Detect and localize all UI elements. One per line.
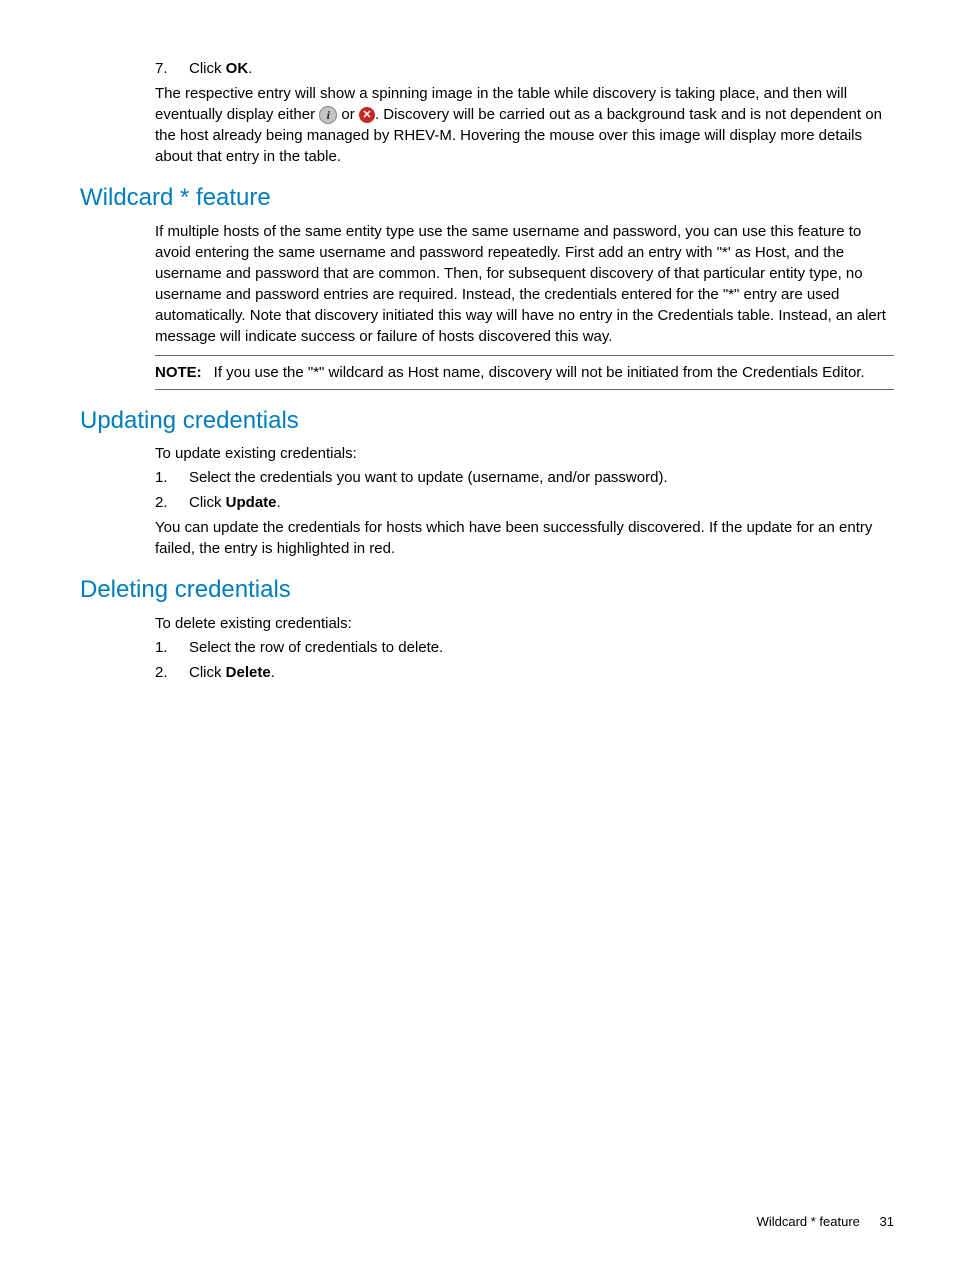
text: Click [189,60,226,77]
page-footer: Wildcard * feature 31 [757,1213,894,1231]
text: Select the row of credentials to delete. [189,639,443,656]
text: . [248,60,252,77]
section-heading-updating: Updating credentials [80,404,894,438]
ordered-list-continued: 7. Click OK. [155,58,894,79]
section-body: To update existing credentials: 1. Selec… [155,443,894,559]
bold-text: Delete [226,664,271,681]
text: . [277,494,281,511]
ordered-list: 1. Select the row of credentials to dele… [155,637,894,683]
list-item: 1. Select the row of credentials to dele… [155,637,894,658]
footer-page-number: 31 [880,1214,894,1229]
text: . [271,664,275,681]
note-box: NOTE: If you use the "*" wildcard as Host… [155,355,894,390]
footer-section: Wildcard * feature [757,1214,860,1229]
list-item: 2. Click Delete. [155,662,894,683]
list-number: 7. [155,58,181,79]
page-content: 7. Click OK. The respective entry will s… [60,58,894,683]
continuation-block: 7. Click OK. The respective entry will s… [155,58,894,167]
document-page: 7. Click OK. The respective entry will s… [0,0,954,1271]
paragraph: The respective entry will show a spinnin… [155,83,894,167]
paragraph: If multiple hosts of the same entity typ… [155,221,894,347]
paragraph: You can update the credentials for hosts… [155,517,894,559]
text: Click [189,664,226,681]
section-heading-wildcard: Wildcard * feature [80,181,894,215]
section-heading-deleting: Deleting credentials [80,573,894,607]
list-item: 7. Click OK. [155,58,894,79]
paragraph: To delete existing credentials: [155,613,894,634]
list-number: 1. [155,637,181,658]
list-item: 1. Select the credentials you want to up… [155,467,894,488]
note-label: NOTE: [155,364,202,381]
bold-text: Update [226,494,277,511]
text: The respective entry will show a spinnin… [155,85,789,102]
error-icon: ✕ [359,107,375,123]
list-item: 2. Click Update. [155,492,894,513]
list-number: 2. [155,492,181,513]
note-text: If you use the "*" wildcard as Host name… [214,364,865,381]
text: or [337,106,359,123]
text: Select the credentials you want to updat… [189,469,668,486]
paragraph: To update existing credentials: [155,443,894,464]
text: Click [189,494,226,511]
list-number: 2. [155,662,181,683]
info-icon: i [319,106,337,124]
bold-text: OK [226,60,249,77]
list-number: 1. [155,467,181,488]
section-body: To delete existing credentials: 1. Selec… [155,613,894,683]
section-body: If multiple hosts of the same entity typ… [155,221,894,390]
ordered-list: 1. Select the credentials you want to up… [155,467,894,513]
